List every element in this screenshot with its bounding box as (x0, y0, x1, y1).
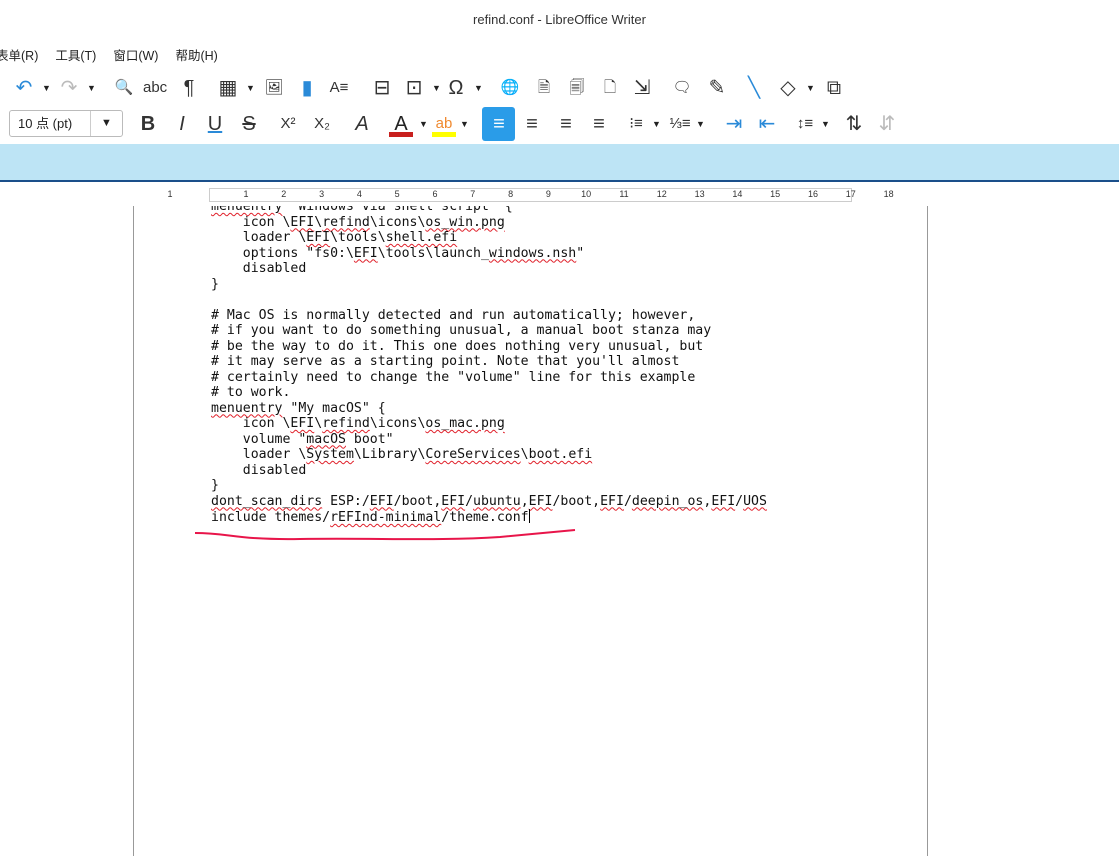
red-annotation-underline (194, 529, 576, 541)
